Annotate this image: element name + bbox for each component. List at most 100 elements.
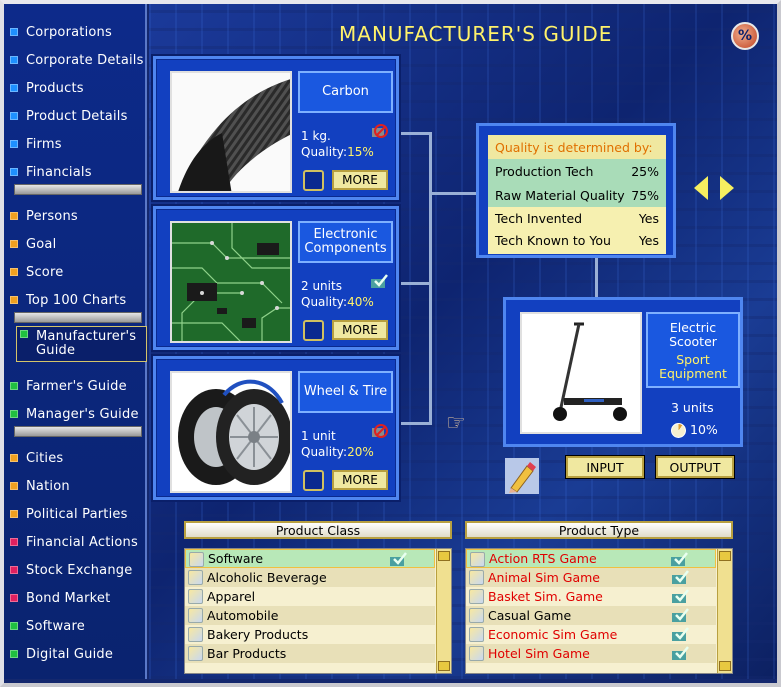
product-icon [188,608,203,623]
input-quantity: 1 unit [301,429,336,443]
product-percent-value: 10% [690,422,718,437]
bullet-icon [10,268,18,276]
list-item[interactable]: Economic Sim Game [466,625,716,644]
list-item[interactable]: Bar Products [185,644,435,663]
sidebar-item-label: Manufacturer's Guide [36,329,137,358]
product-icon [469,627,484,642]
sidebar-item[interactable]: Software [10,616,146,636]
list-item[interactable]: Alcoholic Beverage [185,568,435,587]
more-button[interactable]: MORE [332,170,388,190]
product-navigation [694,176,746,204]
sidebar-item-label: Financial Actions [26,534,138,550]
sidebar-item[interactable]: Corporate Details [10,50,146,70]
sidebar-item[interactable]: Financials [10,162,146,182]
output-button[interactable]: OUTPUT [656,456,734,478]
input-name-button[interactable]: Carbon [298,71,393,113]
checkmark-icon [672,570,689,584]
scrollbar[interactable] [717,549,732,673]
sidebar-item[interactable]: Product Details [10,106,146,126]
list-item-label: Economic Sim Game [488,627,618,642]
sidebar-item-label: Persons [26,208,78,224]
input-quantity: 1 kg. [301,129,331,143]
sidebar-item[interactable]: Firms [10,134,146,154]
input-panel-carbon: Carbon 1 kg. Quality:15% MORE [153,56,399,200]
more-button[interactable]: MORE [332,320,388,340]
bullet-icon [10,84,18,92]
product-type-list[interactable]: Action RTS Game Animal Sim Game Basket Sim… [465,548,733,674]
sidebar-item-label: Manager's Guide [26,406,139,422]
bullet-icon [10,28,18,36]
input-name-button[interactable]: Electronic Components [298,221,393,263]
sidebar-item-label: Products [26,80,84,96]
input-checkbox[interactable] [303,320,324,341]
list-item[interactable]: Automobile [185,606,435,625]
product-name-box[interactable]: Electric Scooter Sport Equipment [646,312,740,388]
bullet-icon [10,454,18,462]
list-item[interactable]: Apparel [185,587,435,606]
input-checkbox[interactable] [303,170,324,191]
percent-icon[interactable]: % [731,22,759,50]
quality-panel: Quality is determined by: Production Tec… [476,123,676,258]
sidebar-item[interactable]: Cities [10,448,146,468]
list-item-label: Casual Game [488,608,572,623]
input-checkbox[interactable] [303,470,324,491]
sidebar-item[interactable]: Goal [10,234,146,254]
sidebar-item[interactable]: Nation [10,476,146,496]
sidebar-item-label: Goal [26,236,57,252]
list-item[interactable]: Hotel Sim Game [466,644,716,663]
bullet-icon [10,510,18,518]
checkmark-icon [672,608,689,622]
list-item-label: Basket Sim. Game [488,589,603,604]
pencil-edit-icon[interactable] [505,458,539,494]
sidebar-item[interactable]: Stock Exchange [10,560,146,580]
bullet-icon [20,330,28,338]
scroll-down-button[interactable] [438,661,450,671]
input-button[interactable]: INPUT [566,456,644,478]
product-icon [188,627,203,642]
next-arrow-icon[interactable] [720,176,734,200]
connector-line [429,192,477,195]
sidebar-item[interactable]: Manufacturer's Guide [16,326,147,362]
list-item[interactable]: Basket Sim. Game [466,587,716,606]
product-class-list[interactable]: Software Alcoholic Beverage Apparel Automob… [184,548,452,674]
sidebar-item-label: Financials [26,164,92,180]
quality-row-value: Yes [638,210,659,226]
sidebar-item[interactable]: Manager's Guide [10,404,146,424]
scrollbar[interactable] [436,549,451,673]
list-item[interactable]: Animal Sim Game [466,568,716,587]
list-item[interactable]: Action RTS Game [466,549,716,568]
product-class-header: Product Class [184,521,452,539]
more-button[interactable]: MORE [332,470,388,490]
product-type-header: Product Type [465,521,733,539]
sidebar-item[interactable]: Persons [10,206,146,226]
sidebar-item[interactable]: Farmer's Guide [10,376,146,396]
list-item[interactable]: Bakery Products [185,625,435,644]
quality-table: Quality is determined by: Production Tec… [488,135,666,254]
circuit-board-image [170,221,292,343]
scroll-down-button[interactable] [719,661,731,671]
sidebar-item[interactable]: Digital Guide [10,644,146,664]
sidebar-item[interactable]: Products [10,78,146,98]
scroll-up-button[interactable] [438,551,450,561]
quality-label: Quality: [301,295,348,309]
input-quality: Quality:40% [301,295,374,309]
sidebar-item[interactable]: Bond Market [10,588,146,608]
previous-arrow-icon[interactable] [694,176,708,200]
input-quantity: 2 units [301,279,342,293]
sidebar-item-label: Software [26,618,85,634]
sidebar-item[interactable]: Financial Actions [10,532,146,552]
scroll-up-button[interactable] [719,551,731,561]
product-icon [189,552,204,567]
list-item[interactable]: Casual Game [466,606,716,625]
sidebar-item[interactable]: Corporations [10,22,146,42]
sidebar-item[interactable]: Top 100 Charts [10,290,146,310]
input-panel-electronic-components: Electronic Components 2 units Quality:40… [153,206,399,350]
input-panel-wheel-tire: Wheel & Tire 1 unit Quality:20% MORE [153,356,399,500]
sidebar-item[interactable]: Political Parties [10,504,146,524]
sidebar-item-label: Corporate Details [26,52,144,68]
list-item[interactable]: Software [185,549,435,568]
input-name-button[interactable]: Wheel & Tire [298,371,393,413]
sidebar-item[interactable]: Score [10,262,146,282]
sidebar-divider [14,184,142,195]
sidebar-divider [14,312,142,323]
